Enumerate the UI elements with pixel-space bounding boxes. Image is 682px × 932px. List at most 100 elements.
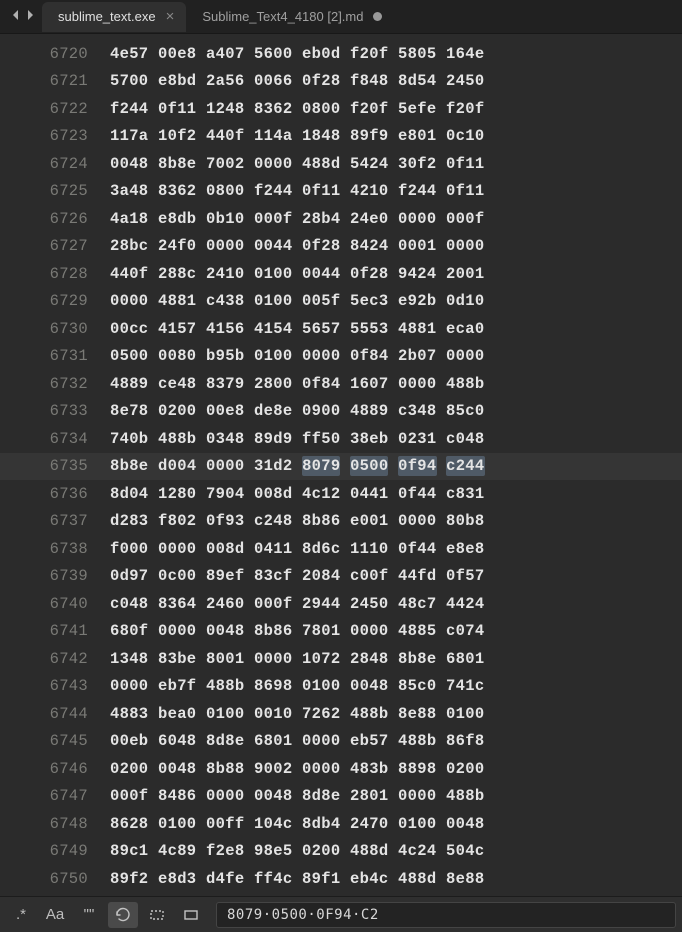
line-number: 6736 <box>0 485 110 503</box>
editor-line[interactable]: 67215700 e8bd 2a56 0066 0f28 f848 8d54 2… <box>0 68 682 96</box>
editor-line[interactable]: 67290000 4881 c438 0100 005f 5ec3 e92b 0… <box>0 288 682 316</box>
editor-line[interactable]: 67358b8e d004 0000 31d2 8079 0500 0f94 c… <box>0 453 682 481</box>
line-number: 6746 <box>0 760 110 778</box>
editor-line[interactable]: 67390d97 0c00 89ef 83cf 2084 c00f 44fd 0… <box>0 563 682 591</box>
hex-content: 8628 0100 00ff 104c 8db4 2470 0100 0048 <box>110 815 484 833</box>
editor-viewport[interactable]: 67204e57 00e8 a407 5600 eb0d f20f 5805 1… <box>0 34 682 896</box>
line-number: 6725 <box>0 182 110 200</box>
line-number: 6729 <box>0 292 110 310</box>
hex-content: 8e78 0200 00e8 de8e 0900 4889 c348 85c0 <box>110 402 484 420</box>
hex-content: 5700 e8bd 2a56 0066 0f28 f848 8d54 2450 <box>110 72 484 90</box>
editor-line[interactable]: 674989c1 4c89 f2e8 98e5 0200 488d 4c24 5… <box>0 838 682 866</box>
selection: 0f94 <box>398 456 436 476</box>
line-number: 6730 <box>0 320 110 338</box>
line-number: 6720 <box>0 45 110 63</box>
hex-content: 0d97 0c00 89ef 83cf 2084 c00f 44fd 0f57 <box>110 567 484 585</box>
editor-line[interactable]: 673000cc 4157 4156 4154 5657 5553 4881 e… <box>0 315 682 343</box>
editor-line[interactable]: 6734740b 488b 0348 89d9 ff50 38eb 0231 c… <box>0 425 682 453</box>
hex-content: 8b8e d004 0000 31d2 8079 0500 0f94 c244 <box>110 457 485 475</box>
line-number: 6738 <box>0 540 110 558</box>
line-number: 6727 <box>0 237 110 255</box>
line-number: 6734 <box>0 430 110 448</box>
editor-line[interactable]: 6741680f 0000 0048 8b86 7801 0000 4885 c… <box>0 618 682 646</box>
hex-content: 8d04 1280 7904 008d 4c12 0441 0f44 c831 <box>110 485 484 503</box>
tabbar: sublime_text.exe× Sublime_Text4_4180 [2].… <box>0 0 682 34</box>
hex-content: 00cc 4157 4156 4154 5657 5553 4881 eca0 <box>110 320 484 338</box>
line-number: 6745 <box>0 732 110 750</box>
hex-content: 3a48 8362 0800 f244 0f11 4210 f244 0f11 <box>110 182 484 200</box>
editor-line[interactable]: 6740c048 8364 2460 000f 2944 2450 48c7 4… <box>0 590 682 618</box>
forward-button[interactable] <box>24 9 36 24</box>
line-number: 6741 <box>0 622 110 640</box>
editor-line[interactable]: 672728bc 24f0 0000 0044 0f28 8424 0001 0… <box>0 233 682 261</box>
editor-line[interactable]: 6737d283 f802 0f93 c248 8b86 e001 0000 8… <box>0 508 682 536</box>
tab[interactable]: Sublime_Text4_4180 [2].md <box>186 2 394 32</box>
wrap-icon <box>115 907 131 923</box>
editor-line[interactable]: 6722f244 0f11 1248 8362 0800 f20f 5efe f… <box>0 95 682 123</box>
line-number: 6748 <box>0 815 110 833</box>
hex-content: 89f2 e8d3 d4fe ff4c 89f1 eb4c 488d 8e88 <box>110 870 484 888</box>
hex-content: 740b 488b 0348 89d9 ff50 38eb 0231 c048 <box>110 430 484 448</box>
hex-content: 680f 0000 0048 8b86 7801 0000 4885 c074 <box>110 622 484 640</box>
editor-line[interactable]: 67421348 83be 8001 0000 1072 2848 8b8e 6… <box>0 645 682 673</box>
hex-content: 00eb 6048 8d8e 6801 0000 eb57 488b 86f8 <box>110 732 484 750</box>
line-number: 6750 <box>0 870 110 888</box>
selection-icon <box>149 907 165 923</box>
editor-line[interactable]: 67204e57 00e8 a407 5600 eb0d f20f 5805 1… <box>0 40 682 68</box>
editor-line[interactable]: 6738f000 0000 008d 0411 8d6c 1110 0f44 e… <box>0 535 682 563</box>
hex-content: 0000 eb7f 488b 8698 0100 0048 85c0 741c <box>110 677 484 695</box>
find-input[interactable] <box>216 902 676 928</box>
editor-line[interactable]: 67444883 bea0 0100 0010 7262 488b 8e88 0… <box>0 700 682 728</box>
editor-line[interactable]: 67324889 ce48 8379 2800 0f84 1607 0000 4… <box>0 370 682 398</box>
hex-content: 0500 0080 b95b 0100 0000 0f84 2b07 0000 <box>110 347 484 365</box>
case-sensitive-toggle[interactable]: Aa <box>40 902 70 928</box>
editor-line[interactable]: 67310500 0080 b95b 0100 0000 0f84 2b07 0… <box>0 343 682 371</box>
line-number: 6726 <box>0 210 110 228</box>
editor-line[interactable]: 67488628 0100 00ff 104c 8db4 2470 0100 0… <box>0 810 682 838</box>
hex-content: 440f 288c 2410 0100 0044 0f28 9424 2001 <box>110 265 484 283</box>
hex-content: 000f 8486 0000 0048 8d8e 2801 0000 488b <box>110 787 484 805</box>
hex-content: 4889 ce48 8379 2800 0f84 1607 0000 488b <box>110 375 484 393</box>
line-number: 6737 <box>0 512 110 530</box>
line-number: 6743 <box>0 677 110 695</box>
editor-line[interactable]: 67460200 0048 8b88 9002 0000 483b 8898 0… <box>0 755 682 783</box>
editor-line[interactable]: 6728440f 288c 2410 0100 0044 0f28 9424 2… <box>0 260 682 288</box>
line-number: 6728 <box>0 265 110 283</box>
editor-line[interactable]: 6723117a 10f2 440f 114a 1848 89f9 e801 0… <box>0 123 682 151</box>
find-bar: .* Aa "" <box>0 896 682 932</box>
tab[interactable]: sublime_text.exe× <box>42 2 186 32</box>
whole-word-toggle[interactable]: "" <box>74 902 104 928</box>
editor-line[interactable]: 675089f2 e8d3 d4fe ff4c 89f1 eb4c 488d 8… <box>0 865 682 893</box>
line-number: 6739 <box>0 567 110 585</box>
close-tab-button[interactable]: × <box>166 9 175 24</box>
line-number: 6744 <box>0 705 110 723</box>
hex-content: 1348 83be 8001 0000 1072 2848 8b8e 6801 <box>110 650 484 668</box>
highlight-icon <box>183 907 199 923</box>
tab-label: Sublime_Text4_4180 [2].md <box>202 9 363 24</box>
line-number: 6732 <box>0 375 110 393</box>
regex-toggle[interactable]: .* <box>6 902 36 928</box>
dirty-indicator-icon <box>373 12 382 21</box>
selection: c244 <box>446 456 484 476</box>
hex-content: 28bc 24f0 0000 0044 0f28 8424 0001 0000 <box>110 237 484 255</box>
editor-line[interactable]: 67430000 eb7f 488b 8698 0100 0048 85c0 7… <box>0 673 682 701</box>
editor-line[interactable]: 67240048 8b8e 7002 0000 488d 5424 30f2 0… <box>0 150 682 178</box>
in-selection-toggle[interactable] <box>142 902 172 928</box>
line-number: 6733 <box>0 402 110 420</box>
hex-content: 4883 bea0 0100 0010 7262 488b 8e88 0100 <box>110 705 484 723</box>
line-number: 6747 <box>0 787 110 805</box>
hex-content: 0000 4881 c438 0100 005f 5ec3 e92b 0d10 <box>110 292 484 310</box>
editor-line[interactable]: 6747000f 8486 0000 0048 8d8e 2801 0000 4… <box>0 783 682 811</box>
hex-content: 4a18 e8db 0b10 000f 28b4 24e0 0000 000f <box>110 210 484 228</box>
wrap-toggle[interactable] <box>108 902 138 928</box>
editor-line[interactable]: 67338e78 0200 00e8 de8e 0900 4889 c348 8… <box>0 398 682 426</box>
line-number: 6722 <box>0 100 110 118</box>
editor-line[interactable]: 674500eb 6048 8d8e 6801 0000 eb57 488b 8… <box>0 728 682 756</box>
back-button[interactable] <box>10 9 22 24</box>
editor-line[interactable]: 67253a48 8362 0800 f244 0f11 4210 f244 0… <box>0 178 682 206</box>
highlight-matches-toggle[interactable] <box>176 902 206 928</box>
editor-line[interactable]: 67264a18 e8db 0b10 000f 28b4 24e0 0000 0… <box>0 205 682 233</box>
hex-content: 0048 8b8e 7002 0000 488d 5424 30f2 0f11 <box>110 155 484 173</box>
line-number: 6742 <box>0 650 110 668</box>
editor-line[interactable]: 67368d04 1280 7904 008d 4c12 0441 0f44 c… <box>0 480 682 508</box>
